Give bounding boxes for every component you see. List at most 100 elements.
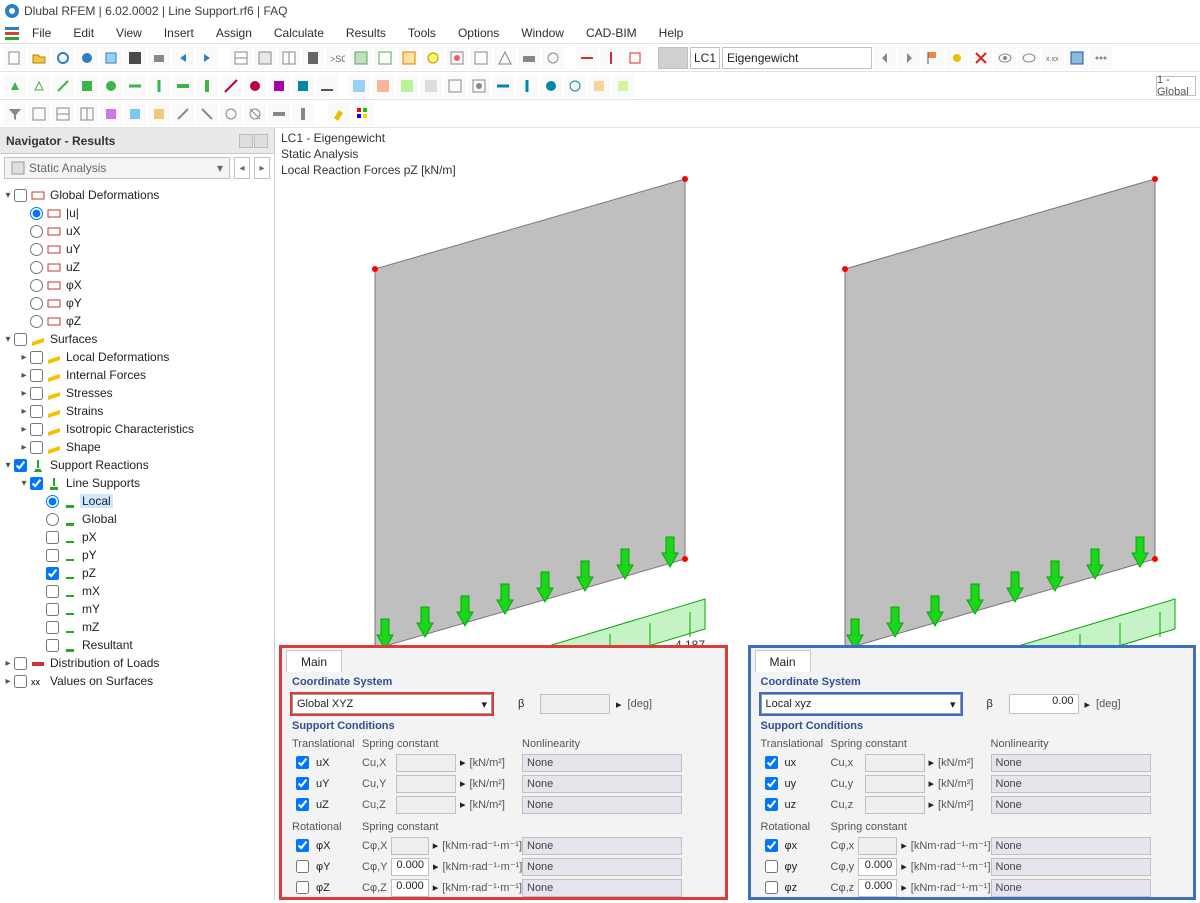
nl-phiZ[interactable]: None xyxy=(522,879,682,897)
node-mz[interactable]: mZ xyxy=(80,620,101,634)
tb2-a[interactable] xyxy=(4,75,26,97)
nl-uZ[interactable]: None xyxy=(522,796,682,814)
node-support-reactions[interactable]: Support Reactions xyxy=(48,458,151,472)
node-global[interactable]: Global xyxy=(80,512,119,526)
node-phiz[interactable]: φZ xyxy=(64,314,83,328)
chk-uY[interactable] xyxy=(296,777,309,790)
node-resultant[interactable]: Resultant xyxy=(80,638,135,652)
menu-help[interactable]: Help xyxy=(649,24,694,42)
menu-insert[interactable]: Insert xyxy=(154,24,204,42)
node-shape[interactable]: Shape xyxy=(64,440,103,454)
nl-uX[interactable]: None xyxy=(522,754,682,772)
menu-view[interactable]: View xyxy=(106,24,152,42)
nl-uz2[interactable]: None xyxy=(991,796,1151,814)
tb-undo[interactable] xyxy=(172,47,194,69)
beta-value-local[interactable]: 0.00 xyxy=(1009,694,1079,714)
node-surfaces[interactable]: Surfaces xyxy=(48,332,99,346)
tb-star[interactable] xyxy=(946,47,968,69)
node-uy[interactable]: uY xyxy=(64,242,83,256)
node-uz[interactable]: uZ xyxy=(64,260,82,274)
node-line-supports[interactable]: Line Supports xyxy=(64,476,142,490)
tb3-j[interactable] xyxy=(244,103,266,125)
tb3-filter[interactable] xyxy=(4,103,26,125)
tb-flag[interactable] xyxy=(922,47,944,69)
menu-file[interactable]: File xyxy=(22,24,61,42)
tb3-color[interactable] xyxy=(352,103,374,125)
coord-select-local[interactable]: Local xyz▾ xyxy=(761,694,961,714)
node-mx[interactable]: mX xyxy=(80,584,102,598)
analysis-combo[interactable]: Static Analysis ▾ xyxy=(4,157,230,179)
node-global-deformations[interactable]: Global Deformations xyxy=(48,188,161,202)
node-phiy[interactable]: φY xyxy=(64,296,84,310)
tb-load-a[interactable] xyxy=(576,47,598,69)
tb3-l[interactable] xyxy=(292,103,314,125)
tb-load-c[interactable] xyxy=(624,47,646,69)
tb-calc[interactable] xyxy=(302,47,324,69)
node-iso[interactable]: Isotropic Characteristics xyxy=(64,422,196,436)
menu-tools[interactable]: Tools xyxy=(398,24,446,42)
tb2-q[interactable] xyxy=(396,75,418,97)
tb-del[interactable] xyxy=(970,47,992,69)
tb2-r[interactable] xyxy=(420,75,442,97)
menu-results[interactable]: Results xyxy=(336,24,396,42)
tb2-b[interactable] xyxy=(28,75,50,97)
tb2-l[interactable] xyxy=(268,75,290,97)
tb2-o[interactable] xyxy=(348,75,370,97)
tb-r9[interactable] xyxy=(542,47,564,69)
nl-phiX[interactable]: None xyxy=(522,837,682,855)
tb-table1[interactable] xyxy=(230,47,252,69)
tb2-h[interactable] xyxy=(172,75,194,97)
lc-name-combo[interactable]: Eigengewicht xyxy=(722,47,872,69)
tb-r6[interactable] xyxy=(470,47,492,69)
node-px[interactable]: pX xyxy=(80,530,99,544)
nl-phiy2[interactable]: None xyxy=(991,858,1151,876)
model-viewport[interactable]: LC1 - Eigengewicht Static Analysis Local… xyxy=(275,128,1200,900)
tb-cube[interactable] xyxy=(100,47,122,69)
tb2-c[interactable] xyxy=(52,75,74,97)
node-val-surf[interactable]: Values on Surfaces xyxy=(48,674,155,688)
tb-patch[interactable] xyxy=(1066,47,1088,69)
chk-phiZ[interactable] xyxy=(296,881,309,894)
tb-new[interactable] xyxy=(4,47,26,69)
tb3-d[interactable] xyxy=(100,103,122,125)
lc-color[interactable] xyxy=(658,47,688,69)
tb-print[interactable] xyxy=(148,47,170,69)
lc-number[interactable]: LC1 xyxy=(690,47,720,69)
tb2-f[interactable] xyxy=(124,75,146,97)
tb2-i[interactable] xyxy=(196,75,218,97)
node-int-forces[interactable]: Internal Forces xyxy=(64,368,148,382)
view-tag[interactable]: 1 - Global xyxy=(1156,76,1196,96)
tb2-w[interactable] xyxy=(540,75,562,97)
tb3-e[interactable] xyxy=(124,103,146,125)
nl-phiY[interactable]: None xyxy=(522,858,682,876)
results-tree[interactable]: ▾Global Deformations |u| uX uY uZ φX φY … xyxy=(0,182,274,900)
tb3-h[interactable] xyxy=(196,103,218,125)
tb-r7[interactable] xyxy=(494,47,516,69)
nl-phiz2[interactable]: None xyxy=(991,879,1151,897)
node-local[interactable]: Local xyxy=(80,494,113,508)
tb2-y[interactable] xyxy=(588,75,610,97)
tb3-g[interactable] xyxy=(172,103,194,125)
navigator-dock-icon[interactable] xyxy=(239,134,253,148)
combo-prev[interactable]: ◂ xyxy=(234,157,250,179)
tb-open[interactable] xyxy=(28,47,50,69)
tb-r8[interactable] xyxy=(518,47,540,69)
tb2-u[interactable] xyxy=(492,75,514,97)
tb-r5[interactable] xyxy=(446,47,468,69)
chk-ux2[interactable] xyxy=(765,756,778,769)
node-pz[interactable]: pZ xyxy=(80,566,98,580)
node-strains[interactable]: Strains xyxy=(64,404,105,418)
navigator-close-icon[interactable] xyxy=(254,134,268,148)
tb3-f[interactable] xyxy=(148,103,170,125)
tb2-j[interactable] xyxy=(220,75,242,97)
tb2-m[interactable] xyxy=(292,75,314,97)
tb2-v[interactable] xyxy=(516,75,538,97)
tb-r1[interactable] xyxy=(350,47,372,69)
node-stresses[interactable]: Stresses xyxy=(64,386,115,400)
tb-eye1[interactable] xyxy=(994,47,1016,69)
tb2-n[interactable] xyxy=(316,75,338,97)
coord-select-global[interactable]: Global XYZ▾ xyxy=(292,694,492,714)
tb-table3[interactable] xyxy=(278,47,300,69)
menu-cadbim[interactable]: CAD-BIM xyxy=(576,24,647,42)
chk-uX[interactable] xyxy=(296,756,309,769)
